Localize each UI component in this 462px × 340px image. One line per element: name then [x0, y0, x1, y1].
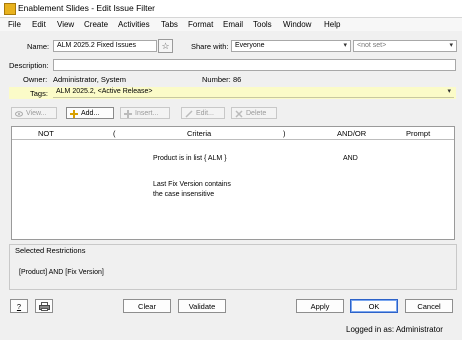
delete-x-icon: [235, 110, 243, 118]
tags-value: ALM 2025.2, <Active Release>: [56, 88, 153, 95]
help-button[interactable]: ?: [10, 299, 28, 313]
criteria-row-1[interactable]: Product is in list { ALM }: [153, 155, 227, 162]
col-header-close-paren: ): [283, 129, 286, 138]
share-label: Share with:: [191, 42, 229, 51]
restrictions-text: [Product] AND [Fix Version]: [19, 269, 104, 276]
criteria-table[interactable]: NOT ( Criteria ) AND/OR Prompt Product i…: [11, 126, 455, 240]
status-text: Logged in as: Administrator: [346, 325, 443, 334]
validate-button[interactable]: Validate: [178, 299, 226, 313]
chevron-down-icon: ▾: [449, 42, 453, 49]
col-header-open-paren: (: [113, 129, 116, 138]
menu-tools[interactable]: Tools: [253, 20, 272, 29]
name-field[interactable]: ALM 2025.2 Fixed Issues: [53, 40, 157, 52]
owner-label: Owner:: [23, 75, 48, 84]
number-value: 86: [233, 75, 242, 84]
col-header-prompt: Prompt: [406, 129, 431, 138]
add-button[interactable]: Add...: [66, 107, 114, 119]
menu-view[interactable]: View: [57, 20, 74, 29]
owner-value: Administrator, System: [53, 75, 126, 84]
criteria-row-2[interactable]: Last Fix Version contains: [153, 181, 231, 188]
menu-edit[interactable]: Edit: [32, 20, 46, 29]
ok-button[interactable]: OK: [350, 299, 398, 313]
app-icon: [4, 3, 16, 15]
chevron-down-icon: ▾: [343, 42, 347, 49]
col-header-criteria: Criteria: [187, 129, 212, 138]
menu-format[interactable]: Format: [188, 20, 213, 29]
delete-label: Delete: [246, 110, 267, 117]
col-header-not: NOT: [38, 129, 54, 138]
notset-dropdown[interactable]: <not set> ▾: [353, 40, 457, 52]
edit-label: Edit...: [196, 110, 214, 117]
description-label: Description:: [9, 61, 49, 70]
print-button[interactable]: [35, 299, 53, 313]
printer-icon: [39, 302, 50, 311]
menu-window[interactable]: Window: [283, 20, 311, 29]
view-button[interactable]: View...: [11, 107, 57, 119]
pencil-icon: [185, 110, 193, 118]
andor-row-1[interactable]: AND: [343, 155, 358, 162]
cancel-button[interactable]: Cancel: [405, 299, 453, 313]
header-divider: [12, 139, 454, 140]
name-label: Name:: [27, 42, 50, 51]
title-bar: Enablement Slides - Edit Issue Filter: [0, 0, 462, 18]
col-header-andor: AND/OR: [337, 129, 367, 138]
chevron-down-icon: ▾: [447, 88, 451, 95]
tags-label: Tags:: [30, 89, 48, 98]
menu-help[interactable]: Help: [324, 20, 340, 29]
insert-label: Insert...: [135, 110, 159, 117]
tags-dropdown[interactable]: ALM 2025.2, <Active Release> ▾: [53, 87, 454, 98]
delete-button[interactable]: Delete: [231, 107, 277, 119]
add-label: Add...: [81, 110, 100, 117]
view-label: View...: [26, 110, 47, 117]
plus-icon: [70, 110, 78, 118]
share-dropdown[interactable]: Everyone ▾: [231, 40, 351, 52]
menu-file[interactable]: File: [8, 20, 21, 29]
menu-activities[interactable]: Activities: [118, 20, 150, 29]
window-title: Enablement Slides - Edit Issue Filter: [18, 3, 156, 13]
menu-email[interactable]: Email: [223, 20, 243, 29]
apply-button[interactable]: Apply: [296, 299, 344, 313]
menu-create[interactable]: Create: [84, 20, 108, 29]
menu-tabs[interactable]: Tabs: [161, 20, 178, 29]
restrictions-title: Selected Restrictions: [15, 246, 86, 255]
clear-button[interactable]: Clear: [123, 299, 171, 313]
menu-bar: File Edit View Create Activities Tabs Fo…: [0, 18, 462, 31]
favorite-star-icon[interactable]: ☆: [158, 39, 173, 53]
description-field[interactable]: [53, 59, 456, 71]
edit-button[interactable]: Edit...: [181, 107, 225, 119]
share-value: Everyone: [235, 42, 265, 49]
criteria-row-2-cont[interactable]: the case insensitive: [153, 191, 214, 198]
notset-value: <not set>: [357, 42, 387, 49]
number-label: Number:: [202, 75, 231, 84]
eye-icon: [15, 111, 23, 117]
help-label: ?: [16, 302, 22, 311]
insert-icon: [124, 110, 132, 118]
insert-button[interactable]: Insert...: [120, 107, 170, 119]
